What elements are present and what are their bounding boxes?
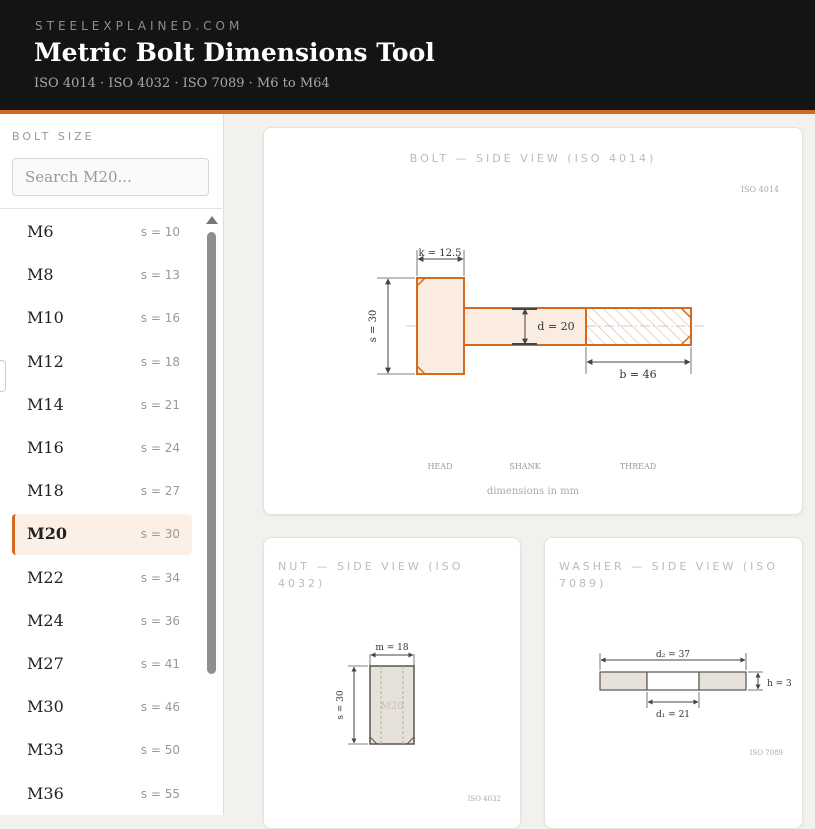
bolt-standard-ref: ISO 4014 bbox=[741, 185, 779, 194]
h-dimension-label: h = 3 bbox=[767, 679, 792, 689]
across-flats-value: s = 41 bbox=[140, 657, 180, 671]
washer-ring-left bbox=[599, 671, 648, 691]
size-label: M12 bbox=[27, 351, 64, 371]
size-list-item[interactable]: M10 s = 16 bbox=[12, 298, 192, 339]
bolt-drawing: ISO 4014 k = 12.5 s = 30 d = 20 b = 46 H… bbox=[368, 185, 779, 497]
thread-part-label: THREAD bbox=[620, 462, 656, 471]
across-flats-value: s = 46 bbox=[140, 700, 180, 715]
size-label: M20 bbox=[27, 524, 67, 544]
across-flats-value: s = 36 bbox=[140, 613, 180, 628]
bolt-side-view-card: BOLT — SIDE VIEW (ISO 4014) ISO 4014 k =… bbox=[263, 127, 803, 515]
size-list-item[interactable]: M27 s = 41 bbox=[12, 644, 192, 685]
scrollbar-thumb[interactable] bbox=[207, 232, 216, 674]
across-flats-value: s = 34 bbox=[140, 570, 180, 585]
size-list-item[interactable]: M20 s = 30 bbox=[12, 514, 192, 556]
size-label: M24 bbox=[27, 610, 64, 630]
bolt-thread bbox=[585, 307, 692, 346]
across-flats-value: s = 13 bbox=[140, 268, 180, 283]
size-label: M33 bbox=[27, 740, 64, 760]
size-list-item[interactable]: M22 s = 34 bbox=[12, 558, 192, 599]
size-list-item[interactable]: M16 s = 24 bbox=[12, 428, 192, 469]
bolt-head bbox=[416, 277, 465, 375]
nut-standard-ref: ISO 4032 bbox=[468, 795, 501, 803]
across-flats-value: s = 18 bbox=[140, 354, 180, 369]
size-list-item[interactable]: M24 s = 36 bbox=[12, 601, 192, 642]
size-list-item[interactable]: M30 s = 46 bbox=[12, 687, 192, 728]
across-flats-value: s = 16 bbox=[140, 311, 180, 326]
k-dimension-label: k = 12.5 bbox=[418, 248, 461, 259]
across-flats-value: s = 55 bbox=[140, 786, 180, 801]
size-label: M8 bbox=[27, 265, 54, 285]
page-title: Metric Bolt Dimensions Tool bbox=[34, 38, 435, 67]
page-subtitle: ISO 4014 · ISO 4032 · ISO 7089 · M6 to M… bbox=[34, 76, 330, 91]
sidebar-scrollbar[interactable] bbox=[204, 211, 218, 815]
size-label: M18 bbox=[27, 481, 64, 501]
size-label: M22 bbox=[27, 567, 64, 587]
across-flats-value: s = 30 bbox=[140, 527, 180, 542]
b-dimension-label: b = 46 bbox=[619, 368, 656, 381]
size-label: M14 bbox=[27, 394, 64, 414]
size-search-input[interactable] bbox=[12, 158, 209, 196]
across-flats-value: s = 10 bbox=[140, 225, 180, 239]
bolt-size-sidebar: BOLT SIZE M6 s = 10 M8 s = 13 M10 s = 16 M12 s … bbox=[0, 114, 224, 815]
sidebar-divider bbox=[0, 208, 222, 209]
size-label: M16 bbox=[27, 438, 64, 457]
across-flats-value: s = 21 bbox=[140, 397, 180, 412]
sidebar-collapse-handle[interactable] bbox=[0, 360, 6, 392]
d2-dimension-label: d₂ = 37 bbox=[656, 650, 690, 660]
size-list-item[interactable]: M14 s = 21 bbox=[12, 385, 192, 426]
scroll-up-arrow-icon[interactable] bbox=[206, 216, 218, 224]
site-brand[interactable]: STEELEXPLAINED.COM bbox=[35, 19, 243, 33]
d1-dimension-label: d₁ = 21 bbox=[656, 710, 690, 720]
nut-s-dimension-label: s = 30 bbox=[336, 690, 346, 720]
across-flats-value: s = 50 bbox=[140, 743, 180, 758]
washer-hole bbox=[646, 671, 700, 691]
washer-standard-ref: ISO 7089 bbox=[750, 749, 783, 757]
d-dimension-label: d = 20 bbox=[537, 320, 574, 333]
size-list-item[interactable]: M8 s = 13 bbox=[12, 255, 192, 296]
size-label: M27 bbox=[27, 654, 64, 673]
size-label: M6 bbox=[27, 222, 54, 241]
s-dimension-label: s = 30 bbox=[368, 310, 379, 343]
nut-side-view-card: NUT — SIDE VIEW (ISO 4032) m = 18 M20 s … bbox=[263, 537, 521, 829]
sidebar-heading: BOLT SIZE bbox=[12, 130, 95, 143]
app-header: STEELEXPLAINED.COM Metric Bolt Dimension… bbox=[0, 0, 815, 114]
size-list-item[interactable]: M6 s = 10 bbox=[12, 212, 192, 253]
head-part-label: HEAD bbox=[427, 462, 452, 471]
nut-size-watermark: M20 bbox=[381, 701, 404, 712]
size-label: M30 bbox=[27, 697, 64, 717]
washer-ring-right bbox=[698, 671, 747, 691]
across-flats-value: s = 27 bbox=[140, 484, 180, 499]
nut-drawing: m = 18 M20 s = 30 ISO 4032 bbox=[336, 643, 501, 803]
size-list-item[interactable]: M36 s = 55 bbox=[12, 774, 192, 815]
across-flats-value: s = 24 bbox=[140, 441, 180, 455]
size-list-item[interactable]: M12 s = 18 bbox=[12, 342, 192, 383]
size-list-item[interactable]: M33 s = 50 bbox=[12, 730, 192, 771]
size-label: M10 bbox=[27, 308, 64, 328]
washer-drawing: d₂ = 37 h = 3 d₁ = 21 ISO 7089 bbox=[599, 650, 792, 757]
shank-part-label: SHANK bbox=[509, 462, 541, 471]
size-list-item[interactable]: M18 s = 27 bbox=[12, 471, 192, 512]
washer-side-view-card: WASHER — SIDE VIEW (ISO 7089) d₂ = 37 h … bbox=[544, 537, 803, 829]
size-label: M36 bbox=[27, 783, 64, 803]
units-note: dimensions in mm bbox=[487, 486, 580, 497]
m-dimension-label: m = 18 bbox=[375, 643, 409, 653]
